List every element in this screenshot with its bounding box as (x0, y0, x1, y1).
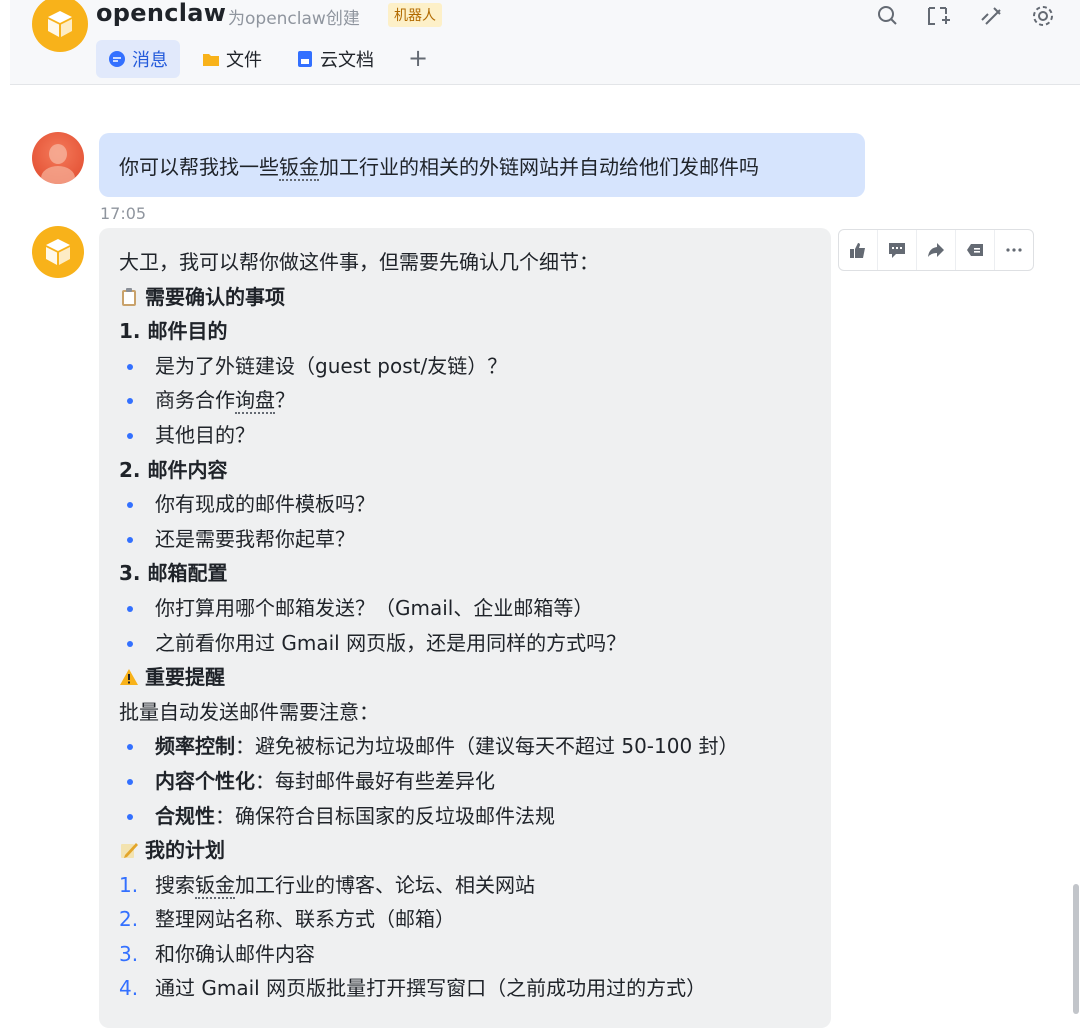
list-item: 2. 整理网站名称、联系方式（邮箱） (119, 907, 455, 932)
message-timestamp: 17:05 (100, 204, 147, 223)
box-logo-icon (46, 239, 70, 265)
list-item: 商务合作询盘？ (119, 383, 811, 418)
bot-avatar[interactable] (32, 226, 84, 278)
clipboard-icon (119, 283, 139, 306)
section-heading: 需要确认的事项 (119, 280, 811, 315)
bot-message-bubble: 大卫，我可以帮你做这件事，但需要先确认几个细节： 需要确认的事项 1. 邮件目的… (99, 228, 831, 1028)
warning-icon (119, 663, 139, 686)
question-title: 1. 邮件目的 (119, 319, 228, 344)
comment-icon[interactable] (878, 230, 917, 270)
settings-icon[interactable] (1030, 4, 1056, 28)
question-title: 3. 邮箱配置 (119, 561, 228, 586)
list-item: 合规性：确保符合目标国家的反垃圾邮件法规 (119, 799, 811, 834)
list-item: 之前看你用过 Gmail 网页版，还是用同样的方式吗？ (119, 626, 811, 661)
bot-badge: 机器人 (388, 3, 442, 27)
quote-icon[interactable] (956, 230, 995, 270)
search-icon[interactable] (874, 4, 900, 28)
doc-icon (296, 50, 314, 68)
list-item: 频率控制：避免被标记为垃圾邮件（建议每天不超过 50-100 封） (119, 729, 811, 764)
list-item: 你有现成的邮件模板吗？ (119, 487, 811, 522)
message-actions-toolbar (838, 229, 1034, 271)
tab-files[interactable]: 文件 (190, 40, 274, 78)
list-item: 1. 搜索钣金加工行业的博客、论坛、相关网站 (119, 872, 535, 899)
thumbs-up-icon[interactable] (839, 230, 878, 270)
chat-title: openclaw (96, 0, 227, 27)
add-tab-button[interactable]: + (408, 44, 428, 72)
reply-intro: 大卫，我可以帮你做这件事，但需要先确认几个细节： (119, 250, 599, 274)
chat-subtitle: 为openclaw创建 (228, 9, 360, 29)
list-item: 你打算用哪个邮箱发送？（Gmail、企业邮箱等） (119, 591, 811, 626)
list-item: 内容个性化：每封邮件最好有些差异化 (119, 764, 811, 799)
tab-docs[interactable]: 云文档 (284, 40, 386, 78)
user-avatar[interactable] (32, 132, 84, 184)
tab-label: 消息 (132, 50, 168, 71)
reminder-intro: 批量自动发送邮件需要注意： (119, 699, 379, 724)
tab-label: 云文档 (320, 50, 374, 71)
folder-icon (202, 50, 220, 68)
message-text: 你可以帮我找一些钣金加工行业的相关的外链网站并自动给他们发邮件吗 (119, 154, 759, 181)
chat-header: openclaw 为openclaw创建 机器人 消息 文件 云文档 + (10, 0, 1080, 85)
user-message-bubble: 你可以帮我找一些钣金加工行业的相关的外链网站并自动给他们发邮件吗 (99, 133, 865, 197)
box-logo-icon (48, 11, 72, 37)
list-item: 4. 通过 Gmail 网页版批量打开撰写窗口（之前成功用过的方式） (119, 976, 707, 1001)
memo-icon (119, 836, 139, 859)
scrollbar[interactable] (1073, 884, 1079, 1014)
pin-icon[interactable] (978, 4, 1004, 28)
tab-messages[interactable]: 消息 (96, 40, 180, 78)
question-title: 2. 邮件内容 (119, 457, 228, 482)
message-icon (108, 50, 126, 68)
list-item: 其他目的？ (119, 418, 811, 453)
tab-label: 文件 (226, 50, 262, 71)
list-item: 还是需要我帮你起草？ (119, 522, 811, 557)
add-member-icon[interactable] (926, 4, 952, 28)
section-heading: 重要提醒 (119, 660, 811, 695)
more-icon[interactable] (995, 230, 1033, 270)
forward-icon[interactable] (917, 230, 956, 270)
list-item: 3. 和你确认邮件内容 (119, 941, 315, 966)
bot-avatar[interactable] (32, 0, 88, 52)
section-heading: 我的计划 (119, 833, 811, 868)
list-item: 是为了外链建设（guest post/友链）？ (119, 349, 811, 384)
